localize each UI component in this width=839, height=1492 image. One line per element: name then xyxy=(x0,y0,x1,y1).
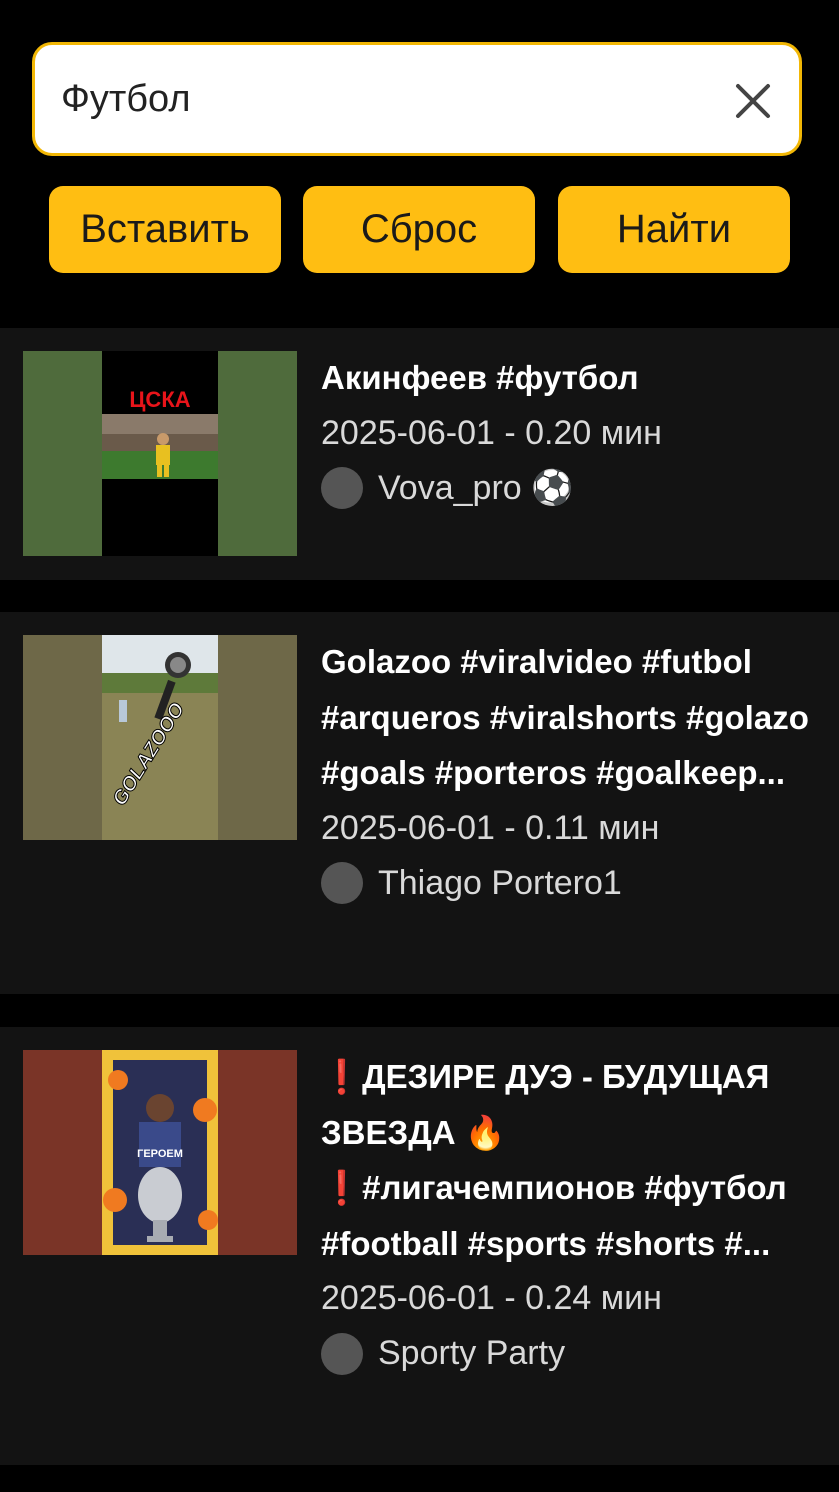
video-thumbnail[interactable]: ГЕРОЕМ xyxy=(23,1050,297,1255)
author-name: Thiago Portero1 xyxy=(378,863,622,902)
video-thumbnail[interactable]: GOLAZOOO xyxy=(23,635,297,840)
video-title[interactable]: Акинфеев #футбол xyxy=(321,350,821,406)
result-card[interactable]: ЦСКА Акинфеев #футбол 2025-06-01 - 0.20 … xyxy=(0,328,839,580)
reset-button[interactable]: Сброс xyxy=(303,186,535,273)
paste-button[interactable]: Вставить xyxy=(49,186,281,273)
video-meta: 2025-06-01 - 0.11 мин xyxy=(321,808,660,847)
author-row: Sporty Party xyxy=(321,1326,821,1381)
author-row: Vova_pro ⚽ xyxy=(321,461,821,516)
result-card[interactable]: GOLAZOOO Golazoo #viralvideo #futbol #ar… xyxy=(0,612,839,994)
video-meta: 2025-06-01 - 0.20 мин xyxy=(321,413,662,452)
author-row: Thiago Portero1 xyxy=(321,856,821,911)
video-thumbnail[interactable]: ЦСКА xyxy=(23,351,297,556)
find-button[interactable]: Найти xyxy=(558,186,790,273)
video-title[interactable]: Golazoo #viralvideo #futbol #arqueros #v… xyxy=(321,634,821,801)
author-name: Vova_pro ⚽ xyxy=(378,469,574,507)
video-meta: 2025-06-01 - 0.24 мин xyxy=(321,1279,662,1317)
video-title[interactable]: ❗ДЕЗИРЕ ДУЭ - БУДУЩАЯ ЗВЕЗДА 🔥 ❗#лигачем… xyxy=(321,1049,821,1271)
avatar xyxy=(321,1332,363,1375)
thumb-caption: ГЕРОЕМ xyxy=(137,1148,183,1160)
clear-icon[interactable] xyxy=(733,81,773,121)
avatar xyxy=(321,862,363,904)
result-card[interactable]: ГЕРОЕМ ❗ДЕЗИРЕ ДУЭ - БУДУЩАЯ ЗВЕЗДА 🔥 ❗#… xyxy=(0,1027,839,1465)
search-input[interactable] xyxy=(61,45,701,153)
thumb-caption: ЦСКА xyxy=(129,387,190,412)
search-bar xyxy=(32,42,802,156)
avatar xyxy=(321,467,363,509)
author-name: Sporty Party xyxy=(378,1334,566,1372)
